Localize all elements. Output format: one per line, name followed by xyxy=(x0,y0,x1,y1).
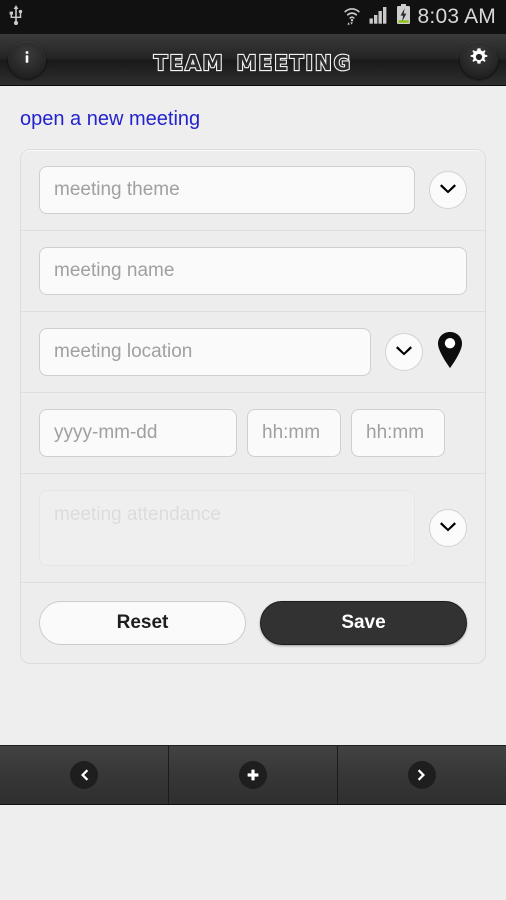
page-title: Team Meeting xyxy=(153,41,353,77)
meeting-end-time-input[interactable] xyxy=(351,409,445,457)
status-bar-left xyxy=(8,4,24,30)
meeting-attendance-dropdown-button[interactable] xyxy=(429,509,467,547)
signal-bars-icon xyxy=(369,6,389,29)
status-bar-right: 8:03 AM xyxy=(342,4,496,30)
chevron-down-icon xyxy=(440,519,456,537)
meeting-theme-dropdown-button[interactable] xyxy=(429,171,467,209)
meeting-attendance-textarea[interactable] xyxy=(39,490,415,566)
form-row-name xyxy=(21,231,485,312)
chevron-down-icon xyxy=(396,343,412,361)
save-button[interactable]: Save xyxy=(260,601,467,645)
chevron-left-icon xyxy=(70,761,98,789)
nav-add-button[interactable] xyxy=(169,746,338,804)
gear-icon xyxy=(468,46,490,73)
meeting-form-card: Reset Save xyxy=(20,149,486,664)
plus-icon xyxy=(239,761,267,789)
form-row-datetime xyxy=(21,393,485,474)
reset-button[interactable]: Reset xyxy=(39,601,246,645)
form-row-actions: Reset Save xyxy=(21,583,485,663)
wifi-icon xyxy=(342,5,362,30)
status-bar-clock: 8:03 AM xyxy=(417,5,496,28)
settings-button[interactable] xyxy=(460,40,498,79)
bottom-navigation-bar xyxy=(0,745,506,805)
info-icon xyxy=(17,47,37,72)
form-row-location xyxy=(21,312,485,393)
meeting-theme-input[interactable] xyxy=(39,166,415,214)
nav-forward-button[interactable] xyxy=(338,746,506,804)
app-screen: 8:03 AM Team Meeting xyxy=(0,0,506,900)
usb-icon xyxy=(8,4,24,30)
chevron-down-icon xyxy=(440,181,456,199)
open-new-meeting-link[interactable]: open a new meeting xyxy=(0,86,506,149)
nav-back-button[interactable] xyxy=(0,746,169,804)
form-row-attendance xyxy=(21,474,485,583)
status-bar: 8:03 AM xyxy=(0,0,506,34)
meeting-date-input[interactable] xyxy=(39,409,237,457)
map-pin-icon xyxy=(436,331,464,374)
main-content: open a new meeting meeting theme meeting… xyxy=(0,86,506,664)
chevron-right-icon xyxy=(408,761,436,789)
meeting-location-map-button[interactable] xyxy=(433,331,467,374)
battery-charging-icon xyxy=(396,4,411,30)
meeting-location-dropdown-button[interactable] xyxy=(385,333,423,371)
info-button[interactable] xyxy=(8,40,46,79)
form-row-theme xyxy=(21,150,485,231)
meeting-name-input[interactable] xyxy=(39,247,467,295)
meeting-location-input[interactable] xyxy=(39,328,371,376)
meeting-start-time-input[interactable] xyxy=(247,409,341,457)
title-bar: Team Meeting xyxy=(0,34,506,86)
